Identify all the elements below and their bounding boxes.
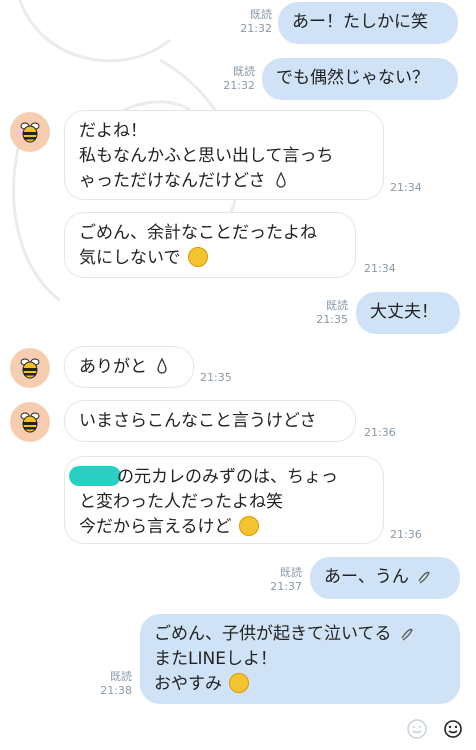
message-text: またLINEしよ！	[154, 649, 277, 669]
message-text: 気にしないで	[79, 248, 181, 268]
message-text: あー、うん	[324, 567, 409, 587]
message-bubble[interactable]: ごめん、子供が起きて泣いてる またLINEしよ！ おやすみ	[140, 614, 460, 704]
message-bubble[interactable]: ごめん、余計なことだったよね 気にしないで	[64, 212, 356, 278]
message-bubble[interactable]: あー！たしかに笑	[278, 2, 458, 44]
bee-icon	[20, 122, 40, 143]
bee-icon	[20, 412, 40, 433]
avatar[interactable]	[10, 402, 50, 442]
message-text: の元カレのみずのは、ちょっ	[117, 467, 338, 487]
message-text: ごめん、子供が起きて泣いてる	[154, 624, 392, 644]
bottom-toolbar	[404, 716, 466, 742]
emoji-smile-icon[interactable]	[404, 716, 430, 742]
yawning-face-emoji-icon	[229, 673, 250, 693]
message-text: 大丈夫！	[370, 302, 438, 322]
avatar[interactable]	[10, 348, 50, 388]
winking-tongue-emoji-icon	[238, 516, 259, 536]
timestamp: 21:36	[364, 426, 396, 439]
message-meta: 既読 21:35	[298, 299, 348, 327]
message-bubble[interactable]: だよね！ 私もなんかふと思い出して言っち ゃっただけなんだけどさ	[64, 110, 384, 200]
timestamp: 21:34	[364, 262, 396, 275]
read-status: 既読	[250, 8, 272, 21]
timestamp: 21:32	[223, 79, 255, 92]
message-bubble[interactable]: でも偶然じゃない？	[262, 58, 458, 100]
redacted-name	[69, 466, 121, 486]
message-text: ありがと	[79, 357, 147, 377]
message-bubble[interactable]: の元カレのみずのは、ちょっ と変わった人だったよね笑 今だから言えるけど	[64, 456, 384, 544]
message-bubble[interactable]: 大丈夫！	[356, 292, 460, 334]
sweat-face-emoji-icon	[187, 247, 208, 267]
message-meta: 既読 21:38	[82, 670, 132, 698]
message-text: だよね！	[79, 121, 147, 141]
chat-screen: 既読 21:32 あー！たしかに笑 既読 21:32 でも偶然じゃない？ だよね…	[0, 0, 476, 750]
timestamp: 21:36	[390, 528, 422, 541]
message-bubble[interactable]: ありがと	[64, 346, 194, 388]
message-text: あー！たしかに笑	[292, 12, 428, 32]
message-text: と変わった人だったよね笑	[79, 492, 283, 512]
read-status: 既読	[280, 566, 302, 579]
timestamp: 21:37	[270, 580, 302, 593]
sweat-drop-icon	[276, 171, 286, 188]
message-text: いまさらこんなこと言うけどさ	[79, 411, 317, 431]
message-text: 私もなんかふと思い出して言っち	[79, 146, 334, 166]
scribble-icon	[401, 628, 413, 641]
message-text: おやすみ	[154, 674, 222, 694]
message-text: ゃっただけなんだけどさ	[79, 171, 266, 191]
read-status: 既読	[110, 670, 132, 683]
message-text: ごめん、余計なことだったよね	[79, 223, 317, 243]
sticker-face-icon[interactable]	[440, 716, 466, 742]
read-status: 既読	[233, 65, 255, 78]
bee-icon	[20, 358, 40, 379]
timestamp: 21:32	[240, 22, 272, 35]
message-meta: 既読 21:37	[252, 566, 302, 594]
message-text: 今だから言えるけど	[79, 517, 232, 537]
timestamp: 21:35	[316, 313, 348, 326]
message-text: でも偶然じゃない？	[276, 68, 429, 88]
message-bubble[interactable]: あー、うん	[310, 557, 460, 599]
timestamp: 21:35	[200, 371, 232, 384]
timestamp: 21:34	[390, 181, 422, 194]
read-status: 既読	[326, 299, 348, 312]
message-meta: 既読 21:32	[205, 65, 255, 93]
message-meta: 既読 21:32	[222, 8, 272, 36]
avatar[interactable]	[10, 112, 50, 152]
sweat-drop-icon	[157, 357, 168, 374]
timestamp: 21:38	[100, 684, 132, 697]
scribble-icon	[418, 571, 431, 584]
message-bubble[interactable]: いまさらこんなこと言うけどさ	[64, 400, 356, 442]
